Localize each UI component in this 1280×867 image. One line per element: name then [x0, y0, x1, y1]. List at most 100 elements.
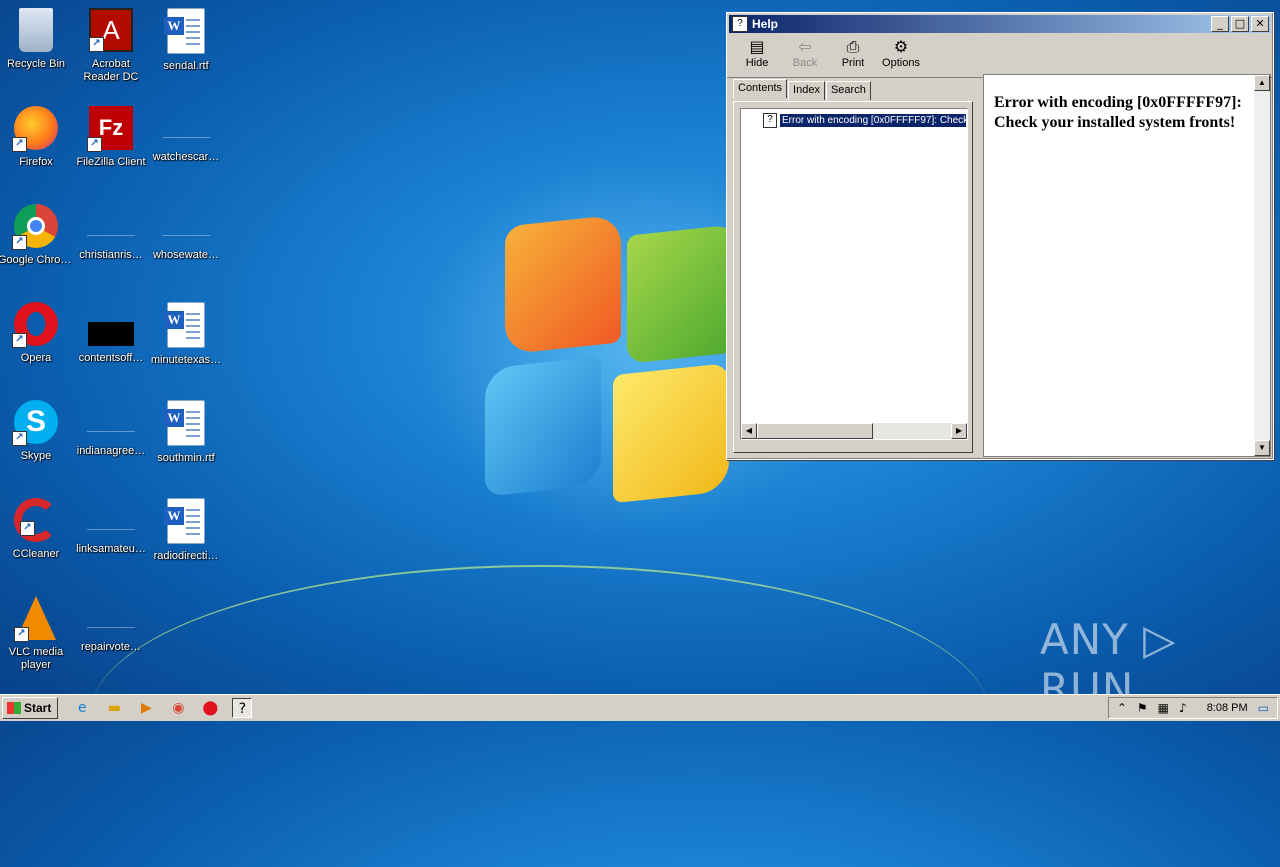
black-file-icon: [88, 322, 134, 346]
shortcut-arrow-icon: ↗: [14, 627, 29, 642]
show-desktop-icon[interactable]: ▭: [1258, 701, 1269, 715]
desktop-icon-recycle-bin[interactable]: Recycle Bin: [0, 8, 74, 71]
desktop-icon-vlc[interactable]: ↗ VLC media player: [0, 596, 74, 672]
error-message: Error with encoding [0x0FFFFF97]: Check …: [994, 94, 1242, 131]
desktop-icon-file[interactable]: contentsoff…: [73, 302, 149, 365]
print-button[interactable]: ⎙ Print: [829, 37, 877, 75]
firefox-icon: ↗: [12, 106, 58, 152]
desktop-icon-file[interactable]: indianagree…: [73, 400, 149, 458]
chrome-icon[interactable]: ◉: [168, 698, 188, 718]
volume-icon[interactable]: ♪: [1179, 701, 1187, 715]
hide-button[interactable]: ▤ Hide: [733, 37, 781, 75]
word-document-icon: W: [164, 8, 205, 54]
desktop-icon-rtf[interactable]: W minutetexas…: [148, 302, 224, 367]
tab-search[interactable]: Search: [825, 81, 871, 100]
word-document-icon: W: [164, 302, 205, 348]
help-window[interactable]: ? Help _ □ ✕ ▤ Hide ⇦ Back ⎙ Print ⚙ Opt…: [726, 12, 1274, 460]
shortcut-arrow-icon: ↗: [12, 431, 27, 446]
windows-flag-icon: [7, 702, 21, 714]
printer-icon: ⎙: [846, 37, 860, 56]
close-button[interactable]: ✕: [1251, 16, 1269, 32]
topic-icon: ?: [763, 113, 777, 128]
options-button[interactable]: ⚙ Options: [877, 37, 925, 75]
nav-tabs: Contents Index Search: [733, 79, 872, 100]
action-center-flag-icon[interactable]: ⚑: [1137, 701, 1148, 715]
blank-file-icon: [87, 217, 135, 236]
desktop-icon-rtf[interactable]: W radiodirecti…: [148, 498, 224, 563]
topic-content-pane: Error with encoding [0x0FFFFF97]: Check …: [983, 74, 1271, 457]
minimize-button[interactable]: _: [1211, 16, 1229, 32]
ccleaner-icon: ↗: [14, 498, 58, 542]
blank-file-icon: [87, 413, 135, 432]
word-document-icon: W: [164, 400, 205, 446]
hide-icon: ▤: [749, 37, 765, 56]
shortcut-arrow-icon: ↗: [12, 137, 27, 152]
options-icon: ⚙: [893, 37, 909, 56]
tree-item[interactable]: ? Error with encoding [0x0FFFFF97]: Chec…: [763, 113, 966, 128]
opera-icon: ↗: [12, 302, 58, 348]
shortcut-arrow-icon: ↗: [12, 333, 27, 348]
maximize-button[interactable]: □: [1231, 16, 1249, 32]
desktop-icon-acrobat[interactable]: A ↗ Acrobat Reader DC: [73, 8, 149, 84]
chrome-icon: ↗: [12, 204, 58, 250]
desktop-icon-ccleaner[interactable]: ↗ CCleaner: [0, 498, 74, 561]
back-arrow-icon: ⇦: [798, 37, 812, 56]
network-icon[interactable]: ▦: [1158, 701, 1169, 715]
blank-file-icon: [162, 217, 210, 236]
quick-launch: e ▬ ▶ ◉ ⬤ ?: [72, 698, 253, 718]
recycle-bin-icon: [19, 8, 53, 52]
back-button[interactable]: ⇦ Back: [781, 37, 829, 75]
opera-icon[interactable]: ⬤: [200, 698, 220, 718]
tab-index[interactable]: Index: [788, 81, 825, 100]
shortcut-arrow-icon: ↗: [12, 235, 27, 250]
folder-icon[interactable]: ▬: [104, 698, 124, 718]
vlc-cone-icon: ↗: [14, 596, 56, 642]
help-titlebar[interactable]: ? Help _ □ ✕: [729, 15, 1271, 33]
desktop-icon-rtf[interactable]: W sendal.rtf: [148, 8, 224, 73]
media-player-icon[interactable]: ▶: [136, 698, 156, 718]
scroll-up-icon[interactable]: ▲: [1254, 75, 1270, 91]
desktop-icon-opera[interactable]: ↗ Opera: [0, 302, 74, 365]
desktop-icon-file[interactable]: whosewate…: [148, 204, 224, 262]
desktop-icon-firefox[interactable]: ↗ Firefox: [0, 106, 74, 169]
contents-tree[interactable]: ? Error with encoding [0x0FFFFF97]: Chec…: [740, 108, 968, 440]
word-document-icon: W: [164, 498, 205, 544]
desktop-icon-file[interactable]: watchescar…: [148, 106, 224, 164]
shortcut-arrow-icon: ↗: [87, 137, 102, 152]
shortcut-arrow-icon: ↗: [20, 521, 35, 536]
help-icon: ?: [732, 16, 748, 32]
scroll-down-icon[interactable]: ▼: [1254, 440, 1270, 456]
internet-explorer-icon[interactable]: e: [72, 698, 92, 718]
tab-contents[interactable]: Contents: [733, 79, 788, 98]
acrobat-icon: A ↗: [89, 8, 133, 52]
blank-file-icon: [87, 511, 135, 530]
clock[interactable]: 8:08 PM: [1207, 702, 1248, 714]
scroll-right-icon[interactable]: ▶: [951, 423, 967, 439]
desktop-icon-chrome[interactable]: ↗ Google Chrome: [0, 204, 74, 267]
desktop-icon-filezilla[interactable]: Fz ↗ FileZilla Client: [73, 106, 149, 169]
navigation-pane: Contents Index Search ? Error with encod…: [731, 75, 975, 455]
horizontal-scrollbar[interactable]: ◀ ▶: [741, 423, 967, 439]
help-toolbar: ▤ Hide ⇦ Back ⎙ Print ⚙ Options: [727, 35, 1273, 78]
desktop-icon-skype[interactable]: S ↗ Skype: [0, 400, 74, 463]
start-button[interactable]: Start: [2, 697, 59, 719]
skype-icon: S ↗: [12, 400, 58, 446]
contents-panel: ? Error with encoding [0x0FFFFF97]: Chec…: [733, 101, 973, 453]
desktop-icon-file[interactable]: repairvote…: [73, 596, 149, 654]
system-tray: ⌃ ⚑ ▦ ♪ 8:08 PM ▭: [1107, 697, 1278, 719]
desktop-icon-file[interactable]: christianris…: [73, 204, 149, 262]
blank-file-icon: [162, 119, 210, 138]
filezilla-icon: Fz ↗: [87, 106, 133, 152]
scroll-thumb[interactable]: [757, 423, 873, 439]
windows-logo-wallpaper: [485, 201, 745, 513]
blank-file-icon: [87, 609, 135, 628]
scroll-left-icon[interactable]: ◀: [741, 423, 757, 439]
shortcut-arrow-icon: ↗: [89, 37, 104, 52]
desktop-icon-file[interactable]: linksamateu…: [73, 498, 149, 556]
show-hidden-icons-icon[interactable]: ⌃: [1117, 701, 1127, 715]
window-title: Help: [752, 17, 779, 31]
taskbar: Start e ▬ ▶ ◉ ⬤ ? ⌃ ⚑ ▦ ♪ 8:08 PM ▭: [0, 694, 1280, 721]
desktop-icon-rtf[interactable]: W southmin.rtf: [148, 400, 224, 465]
help-task-icon[interactable]: ?: [232, 698, 253, 718]
vertical-scrollbar[interactable]: ▲ ▼: [1254, 75, 1270, 456]
